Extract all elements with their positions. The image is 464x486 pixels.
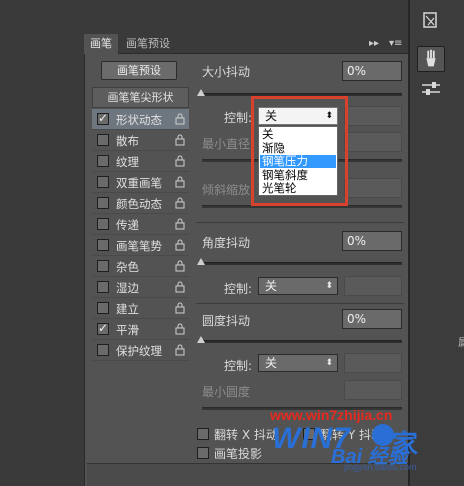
roundness-jitter-field[interactable]: 0%	[342, 309, 402, 329]
brush-setting-checkbox[interactable]	[97, 111, 109, 125]
brush-setting-label: 杂色	[116, 260, 139, 274]
history-panel-icon[interactable]	[417, 8, 445, 34]
brush-setting-checkbox[interactable]	[97, 239, 109, 251]
brush-setting-checkbox[interactable]	[97, 134, 109, 146]
lock-icon[interactable]	[175, 344, 185, 356]
brush-setting-item[interactable]: 保护纹理	[92, 340, 189, 361]
brush-setting-label: 湿边	[116, 281, 139, 295]
brush-setting-item[interactable]: 双重画笔	[92, 172, 189, 193]
roundness-control-select[interactable]: 关 ⬍	[258, 354, 338, 372]
size-control-label: 控制:	[224, 111, 253, 125]
flip-x-jitter-checkbox[interactable]	[197, 428, 209, 440]
size-control-extra-field	[344, 106, 402, 126]
lock-icon[interactable]	[175, 155, 185, 167]
brush-setting-label: 传递	[116, 218, 139, 232]
size-jitter-field[interactable]: 0%	[342, 61, 402, 81]
select-arrows-icon: ⬍	[325, 358, 333, 368]
lock-icon[interactable]	[175, 281, 185, 293]
lock-icon[interactable]	[175, 113, 185, 125]
brush-setting-label: 散布	[116, 134, 139, 148]
lock-icon[interactable]	[175, 260, 185, 272]
brush-setting-checkbox[interactable]	[97, 281, 109, 293]
lock-icon[interactable]	[175, 239, 185, 251]
roundness-jitter-slider-thumb[interactable]	[197, 336, 205, 343]
angle-control-label: 控制:	[224, 282, 253, 296]
lock-icon[interactable]	[175, 218, 185, 230]
brush-setting-item[interactable]: 纹理	[92, 151, 189, 172]
tab-brush[interactable]: 画笔	[84, 34, 118, 54]
min-diameter-field	[344, 132, 402, 152]
lock-icon[interactable]	[175, 302, 185, 314]
brush-setting-item[interactable]: 形状动态	[92, 109, 189, 130]
angle-control-select[interactable]: 关 ⬍	[258, 277, 338, 295]
panel-menu-button[interactable]: ▾≡	[389, 37, 402, 51]
brush-setting-item[interactable]: 传递	[92, 214, 189, 235]
roundness-jitter-label: 圆度抖动	[202, 314, 251, 328]
brush-setting-label: 画笔笔势	[116, 239, 162, 253]
angle-control-extra-field	[344, 276, 402, 296]
brush-setting-item[interactable]: 建立	[92, 298, 189, 319]
angle-jitter-slider[interactable]	[200, 262, 402, 265]
brush-setting-checkbox[interactable]	[97, 197, 109, 209]
brush-setting-item[interactable]: 平滑	[92, 319, 189, 340]
brush-setting-item[interactable]: 颜色动态	[92, 193, 189, 214]
brush-setting-label: 形状动态	[116, 113, 162, 127]
brush-setting-item[interactable]: 湿边	[92, 277, 189, 298]
angle-jitter-slider-thumb[interactable]	[197, 258, 205, 265]
brush-projection-label: 画笔投影	[214, 447, 263, 461]
roundness-control-value: 关	[265, 356, 278, 370]
brush-setting-checkbox[interactable]	[97, 218, 109, 230]
brush-presets-button[interactable]: 画笔预设	[101, 61, 177, 80]
tab-brush-presets[interactable]: 画笔预设	[120, 34, 176, 54]
roundness-control-label: 控制:	[224, 359, 253, 373]
brush-setting-label: 纹理	[116, 155, 139, 169]
flip-x-jitter-label: 翻转 X 抖动	[214, 428, 278, 442]
brush-setting-label: 平滑	[116, 323, 139, 337]
brush-setting-item[interactable]: 散布	[92, 130, 189, 151]
lock-icon[interactable]	[175, 176, 185, 188]
brush-setting-item[interactable]: 画笔笔势	[92, 235, 189, 256]
section-divider	[196, 303, 404, 304]
brush-setting-checkbox[interactable]	[97, 344, 109, 356]
brush-setting-checkbox[interactable]	[97, 176, 109, 188]
roundness-jitter-slider[interactable]	[200, 340, 402, 343]
lock-icon[interactable]	[175, 134, 185, 146]
tilt-scale-label: 倾斜缩放	[202, 183, 251, 197]
angle-jitter-field[interactable]: 0%	[342, 231, 402, 251]
lock-icon[interactable]	[175, 323, 185, 335]
brush-tip-shape-item[interactable]: 画笔笔尖形状	[92, 87, 189, 108]
lock-icon[interactable]	[175, 197, 185, 209]
brush-setting-label: 保护纹理	[116, 344, 162, 358]
panel-tab-bar: 画笔 画笔预设 ▸▸ ▾≡	[84, 34, 408, 54]
min-diameter-label: 最小直径	[202, 137, 251, 151]
brush-setting-checkbox[interactable]	[97, 321, 109, 335]
brush-setting-checkbox[interactable]	[97, 155, 109, 167]
brush-setting-checkbox[interactable]	[97, 260, 109, 272]
brush-setting-label: 颜色动态	[116, 197, 162, 211]
annotation-highlight-box	[251, 96, 348, 206]
tilt-scale-field	[344, 178, 402, 198]
size-jitter-slider-thumb[interactable]	[197, 89, 205, 96]
brush-presets-panel-icon[interactable]	[417, 76, 445, 102]
angle-jitter-label: 角度抖动	[202, 236, 251, 250]
roundness-control-extra-field	[344, 353, 402, 373]
select-arrows-icon: ⬍	[325, 281, 333, 291]
watermark-url: www.win7zhijia.cn	[270, 407, 393, 423]
min-roundness-field	[344, 380, 402, 400]
brush-setting-label: 双重画笔	[116, 176, 162, 190]
angle-control-value: 关	[265, 279, 278, 293]
brush-setting-label: 建立	[116, 302, 139, 316]
size-jitter-label: 大小抖动	[202, 65, 251, 79]
min-roundness-label: 最小圆度	[202, 385, 251, 399]
section-divider	[196, 222, 404, 223]
brush-projection-checkbox[interactable]	[197, 447, 209, 459]
brush-panel-icon[interactable]	[417, 46, 445, 72]
collapse-panel-button[interactable]: ▸▸	[369, 37, 379, 51]
brush-setting-checkbox[interactable]	[97, 302, 109, 314]
baidu-watermark-url: jingyan.baidu.com	[344, 462, 417, 472]
brush-setting-item[interactable]: 杂色	[92, 256, 189, 277]
right-edge-label: 属	[458, 336, 464, 349]
